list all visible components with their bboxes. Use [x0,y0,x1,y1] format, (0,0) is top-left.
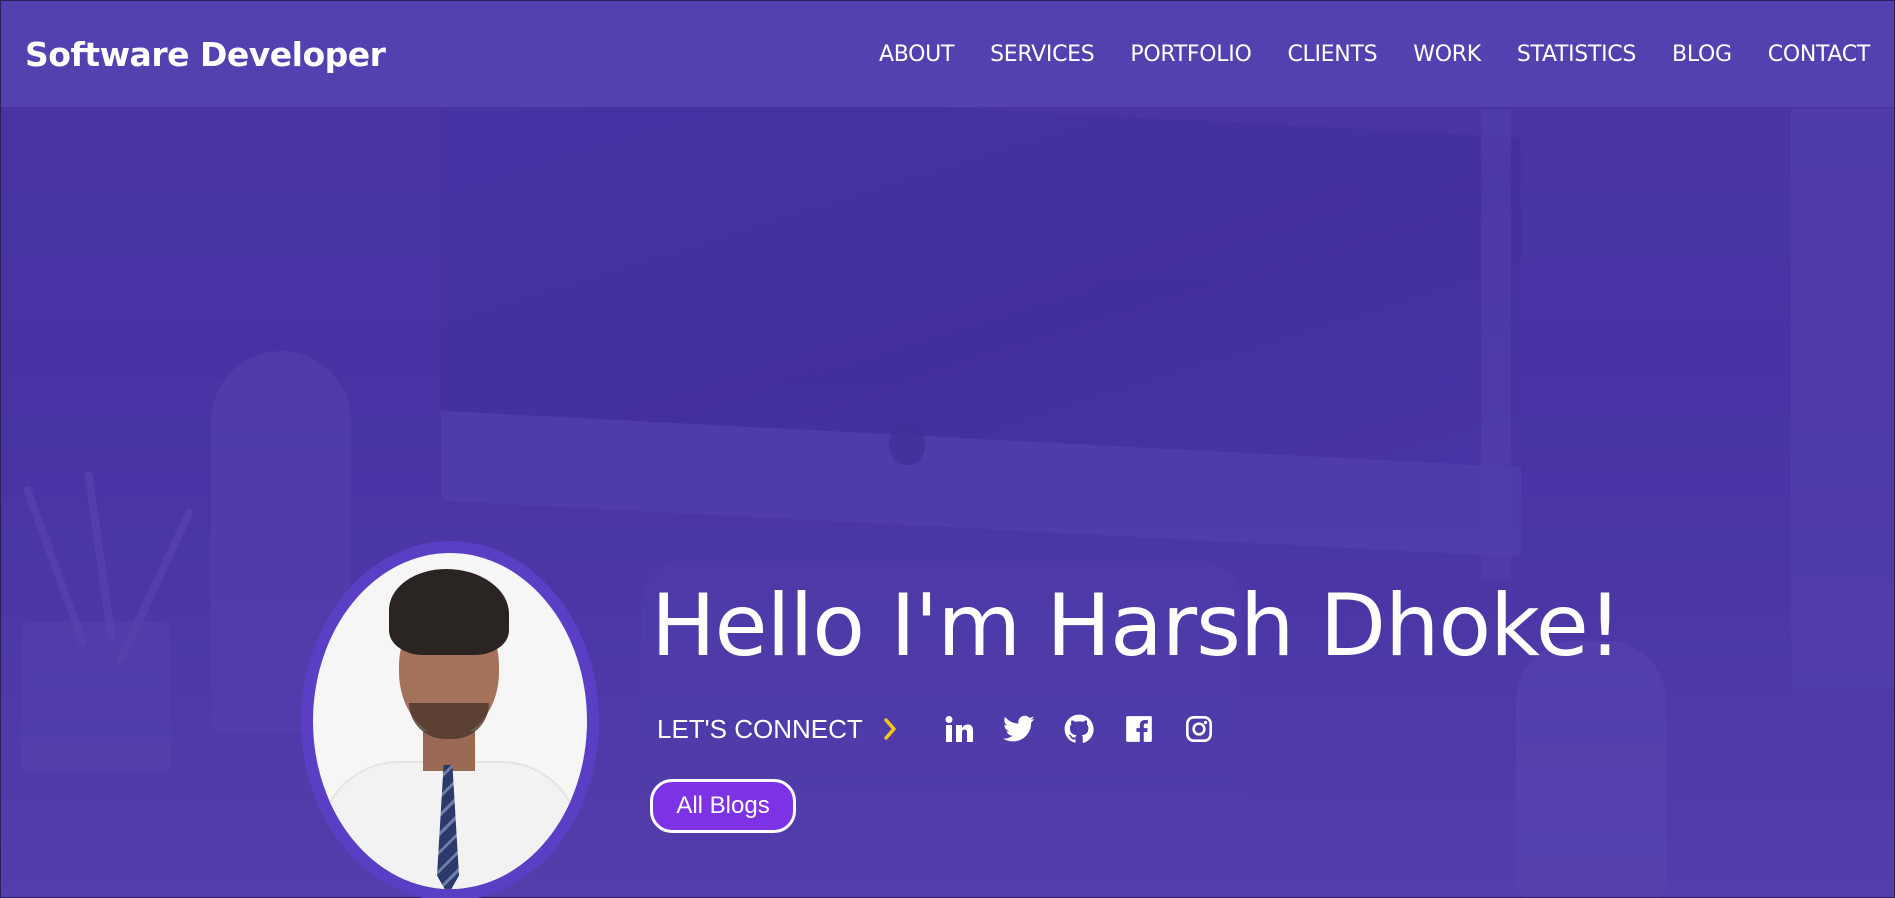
nav-blog[interactable]: BLOG [1672,42,1732,67]
nav-portfolio[interactable]: PORTFOLIO [1130,42,1251,67]
profile-avatar [313,553,587,889]
profile-avatar-frame [301,541,599,898]
github-icon[interactable] [1061,711,1097,747]
nav-work[interactable]: WORK [1413,42,1481,67]
hero-title: Hello I'm Harsh Dhoke! [651,576,1622,676]
social-links [941,711,1217,747]
facebook-icon[interactable] [1121,711,1157,747]
navbar: Software Developer ABOUT SERVICES PORTFO… [1,1,1894,107]
twitter-icon[interactable] [1001,711,1037,747]
nav-links: ABOUT SERVICES PORTFOLIO CLIENTS WORK ST… [843,42,1870,67]
nav-services[interactable]: SERVICES [990,42,1095,67]
linkedin-icon[interactable] [941,711,977,747]
nav-about[interactable]: ABOUT [879,42,954,67]
instagram-icon[interactable] [1181,711,1217,747]
connect-label: LET'S CONNECT [657,713,863,744]
avatar-hair [389,569,509,655]
nav-clients[interactable]: CLIENTS [1287,42,1377,67]
brand-title[interactable]: Software Developer [25,35,386,74]
hero-background [1,1,1894,897]
all-blogs-button[interactable]: All Blogs [650,779,796,833]
connect-row: LET'S CONNECT [657,711,1217,747]
background-overlay [1,1,1894,897]
avatar-beard [409,703,489,739]
nav-contact[interactable]: CONTACT [1768,42,1871,67]
nav-statistics[interactable]: STATISTICS [1517,42,1636,67]
chevron-right-icon [879,718,901,740]
